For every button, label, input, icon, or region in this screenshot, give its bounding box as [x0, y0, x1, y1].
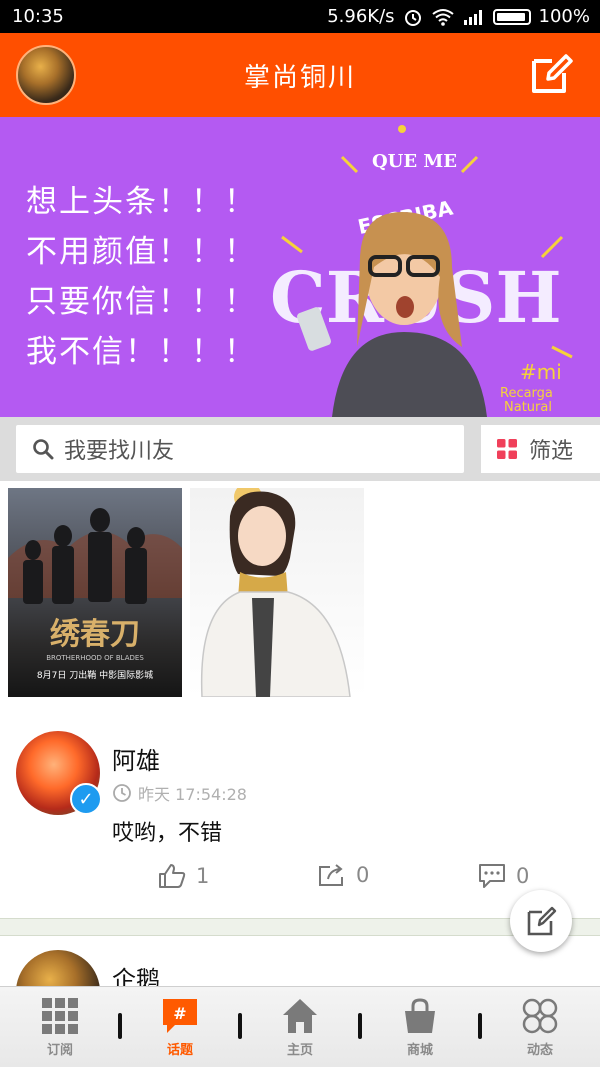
battery-icon [492, 8, 531, 25]
network-speed: 5.96K/s [327, 6, 395, 27]
battery-level: 100% [538, 6, 590, 27]
art-tag-2: Recarga [500, 386, 553, 401]
post-timestamp: 昨天 17:54:28 [138, 785, 247, 804]
nav-label: 话题 [166, 1043, 193, 1058]
banner-slogan: 想上头条！！！ 不用颜值！！！ 只要你信！！！ 我不信！！！！ [26, 177, 257, 377]
signal-icon [463, 9, 482, 25]
comment-button[interactable]: 0 [478, 863, 529, 889]
post-content: 哎哟，不错 [112, 821, 223, 846]
poster-subtitle: BROTHERHOOD OF BLADES [46, 654, 144, 662]
author-avatar[interactable] [16, 950, 100, 986]
poster-title: 绣春刀 [50, 617, 140, 652]
status-bar: 10:35 5.96K/s 100% [0, 0, 600, 33]
share-icon [319, 864, 343, 886]
clock-icon [113, 784, 131, 802]
clover-icon [522, 998, 558, 1034]
like-count: 1 [196, 864, 210, 888]
nav-item-home[interactable]: 主页 [240, 987, 362, 1067]
app-header: 掌尚铜川 [0, 33, 600, 117]
nav-item-shop[interactable]: 商城 [360, 987, 482, 1067]
share-button[interactable]: 0 [318, 863, 369, 887]
nav-item-activity[interactable]: 动态 [480, 987, 600, 1067]
nav-label: 动态 [526, 1043, 553, 1058]
search-icon [33, 439, 54, 460]
banner-artwork: QUE ME ESCRIBA CRUSH #mi Recarga Natural [270, 125, 573, 417]
portrait-art [200, 488, 351, 697]
share-count: 0 [356, 863, 370, 887]
art-tag-3: Natural [504, 400, 552, 415]
comment-icon [479, 864, 505, 888]
edit-icon [527, 906, 557, 936]
grid-icon [42, 998, 78, 1034]
thumbs-up-icon [159, 864, 186, 888]
post-card[interactable]: 企鹅 [0, 936, 600, 986]
like-button[interactable]: 1 [158, 863, 209, 889]
banner-line: 我不信！！！！ [26, 334, 257, 370]
search-input[interactable]: 我要找川友 [16, 425, 464, 473]
promo-banner[interactable]: 想上头条！！！ 不用颜值！！！ 只要你信！！！ 我不信！！！！ QUE ME E… [0, 117, 600, 417]
home-icon [283, 999, 317, 1033]
search-bar-row: 我要找川友 筛选 [0, 417, 600, 481]
bottom-navigation: 订阅 # 话题 主页 商城 动态 [0, 986, 600, 1067]
alarm-icon [404, 9, 421, 26]
page-title: 掌尚铜川 [243, 62, 356, 93]
nav-item-topics[interactable]: # 话题 [120, 987, 242, 1067]
poster-date: 8月7日 刀出鞘 中影国际影城 [37, 669, 153, 681]
gallery-image-portrait[interactable] [190, 488, 364, 697]
grid-filter-icon [497, 439, 517, 459]
post-time-row: 昨天 17:54:28 [112, 781, 247, 805]
search-placeholder: 我要找川友 [64, 439, 175, 464]
status-icons: 5.96K/s 100% [327, 6, 590, 27]
filter-button[interactable]: 筛选 [481, 425, 600, 473]
author-name[interactable]: 企鹅 [112, 960, 160, 986]
image-gallery: 绣春刀 BROTHERHOOD OF BLADES 8月7日 刀出鞘 中影国际影… [0, 481, 600, 713]
nav-label: 商城 [406, 1043, 433, 1058]
verified-badge-icon: ✓ [70, 783, 102, 815]
user-avatar[interactable] [16, 45, 76, 105]
filter-label: 筛选 [529, 439, 574, 464]
status-time: 10:35 [12, 6, 64, 27]
svg-text:#: # [173, 1004, 186, 1023]
art-text-top: QUE ME [372, 151, 457, 172]
comment-count: 0 [516, 864, 530, 888]
banner-line: 不用颜值！！！ [26, 234, 257, 270]
compose-icon[interactable] [528, 51, 574, 97]
movie-poster-art: 绣春刀 BROTHERHOOD OF BLADES 8月7日 刀出鞘 中影国际影… [8, 508, 182, 681]
author-name[interactable]: 阿雄 [112, 741, 160, 776]
nav-label: 订阅 [46, 1043, 73, 1058]
post-card[interactable]: ✓ 阿雄 昨天 17:54:28 哎哟，不错 1 0 0 [0, 713, 600, 918]
wifi-icon [431, 8, 454, 26]
gallery-image-poster[interactable]: 绣春刀 BROTHERHOOD OF BLADES 8月7日 刀出鞘 中影国际影… [8, 488, 182, 697]
banner-line: 想上头条！！！ [26, 184, 257, 220]
shopping-bag-icon [405, 998, 435, 1033]
banner-line: 只要你信！！！ [26, 284, 257, 320]
hashtag-bubble-icon: # [163, 999, 197, 1033]
nav-label: 主页 [286, 1043, 313, 1058]
art-tag-1: #mi [520, 360, 562, 384]
floating-compose-button[interactable] [510, 890, 572, 952]
nav-item-subscribe[interactable]: 订阅 [0, 987, 122, 1067]
